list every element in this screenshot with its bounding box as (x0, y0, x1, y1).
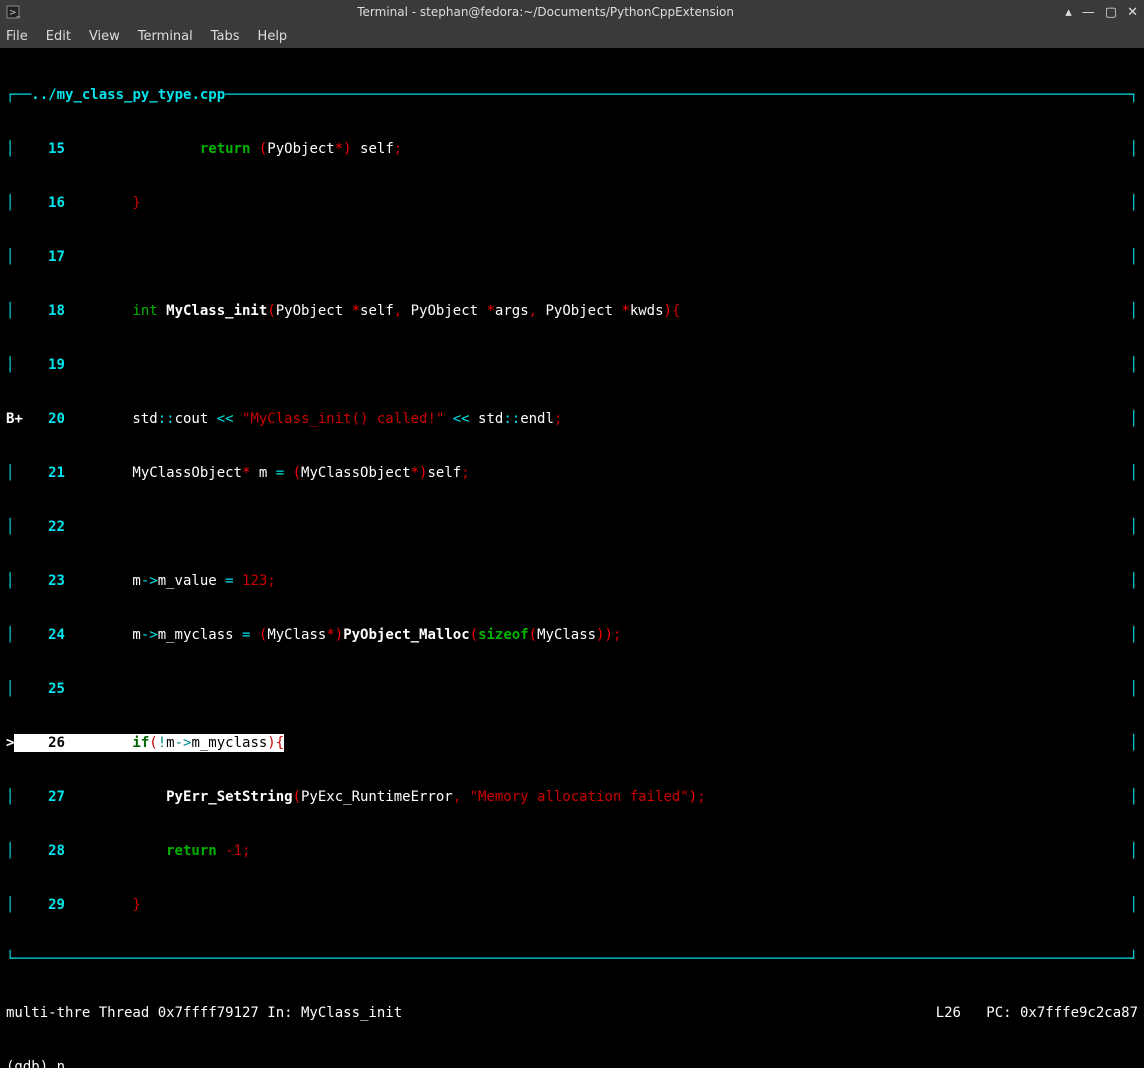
source-border-top-fill: ────────────────────────────────────────… (225, 86, 1129, 104)
window-titlebar: >_ Terminal - stephan@fedora:~/Documents… (0, 0, 1144, 24)
app-icon: >_ (6, 5, 20, 19)
status-thread: multi-thre Thread 0x7ffff79127 In: MyCla… (6, 1004, 936, 1022)
source-border-top: ┌── (6, 86, 31, 104)
menu-edit[interactable]: Edit (46, 29, 71, 44)
menu-tabs[interactable]: Tabs (211, 29, 240, 44)
status-pc: PC: 0x7fffe9c2ca87 (986, 1005, 1138, 1021)
rollup-icon[interactable]: ▴ (1065, 5, 1072, 20)
source-filename: ../my_class_py_type.cpp (31, 86, 225, 104)
maximize-icon[interactable]: ▢ (1105, 5, 1117, 20)
svg-text:>_: >_ (9, 8, 20, 18)
source-border-bottom-right: ┘ (1130, 950, 1138, 968)
code-row-22: │ 22 │ (6, 518, 1138, 536)
code-row-20: B+ 20 std::cout << "MyClass_init() calle… (6, 410, 1138, 428)
terminal-body[interactable]: ┌──../my_class_py_type.cpp──────────────… (0, 48, 1144, 1068)
code-row-28: │ 28 return -1;│ (6, 842, 1138, 860)
source-border-top-right: ┐ (1130, 86, 1138, 104)
menu-help[interactable]: Help (258, 29, 288, 44)
menu-file[interactable]: File (6, 29, 28, 44)
code-row-18: │ 18 int MyClass_init(PyObject *self, Py… (6, 302, 1138, 320)
menubar: File Edit View Terminal Tabs Help (0, 24, 1144, 48)
code-row-27: │ 27 PyErr_SetString(PyExc_RuntimeError,… (6, 788, 1138, 806)
menu-view[interactable]: View (89, 29, 120, 44)
status-line-num: L26 (936, 1005, 961, 1021)
code-row-15: │ 15 return (PyObject*) self;│ (6, 140, 1138, 158)
menu-terminal[interactable]: Terminal (138, 29, 193, 44)
code-row-23: │ 23 m->m_value = 123;│ (6, 572, 1138, 590)
code-row-21: │ 21 MyClassObject* m = (MyClassObject*)… (6, 464, 1138, 482)
code-row-16: │ 16 }│ (6, 194, 1138, 212)
code-row-25: │ 25 │ (6, 680, 1138, 698)
code-row-29: │ 29 }│ (6, 896, 1138, 914)
code-row-17: │ 17 │ (6, 248, 1138, 266)
source-border-bottom-left: └ (6, 950, 14, 968)
minimize-icon[interactable]: — (1082, 5, 1095, 20)
code-row-19: │ 19 │ (6, 356, 1138, 374)
source-border-bottom: ────────────────────────────────────────… (14, 950, 1129, 968)
status-line: multi-thre Thread 0x7ffff79127 In: MyCla… (6, 1004, 1138, 1022)
code-row-26-current: >26 if(!m->m_myclass){ │ (6, 734, 1138, 752)
window-title: Terminal - stephan@fedora:~/Documents/Py… (26, 5, 1065, 19)
gdb-output-1: (gdb) n (6, 1058, 1138, 1068)
code-row-24: │ 24 m->m_myclass = (MyClass*)PyObject_M… (6, 626, 1138, 644)
close-icon[interactable]: ✕ (1127, 5, 1138, 20)
